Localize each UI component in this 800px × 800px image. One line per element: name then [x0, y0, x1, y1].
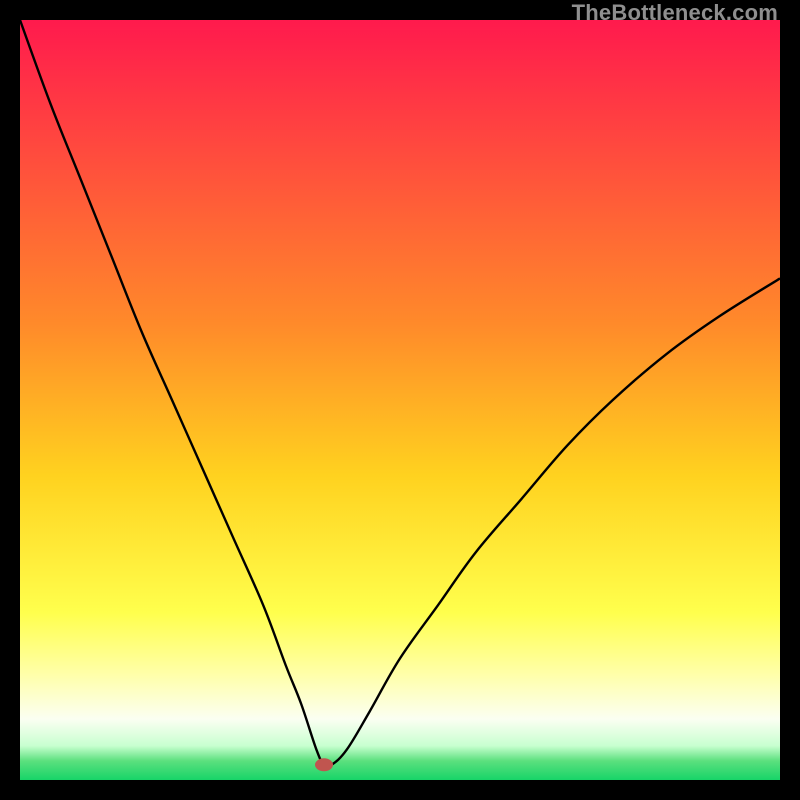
- optimum-marker: [315, 758, 333, 771]
- watermark-text: TheBottleneck.com: [572, 0, 778, 26]
- chart-frame: TheBottleneck.com: [0, 0, 800, 800]
- bottleneck-chart-svg: [20, 20, 780, 780]
- plot-area: [20, 20, 780, 780]
- gradient-background: [20, 20, 780, 780]
